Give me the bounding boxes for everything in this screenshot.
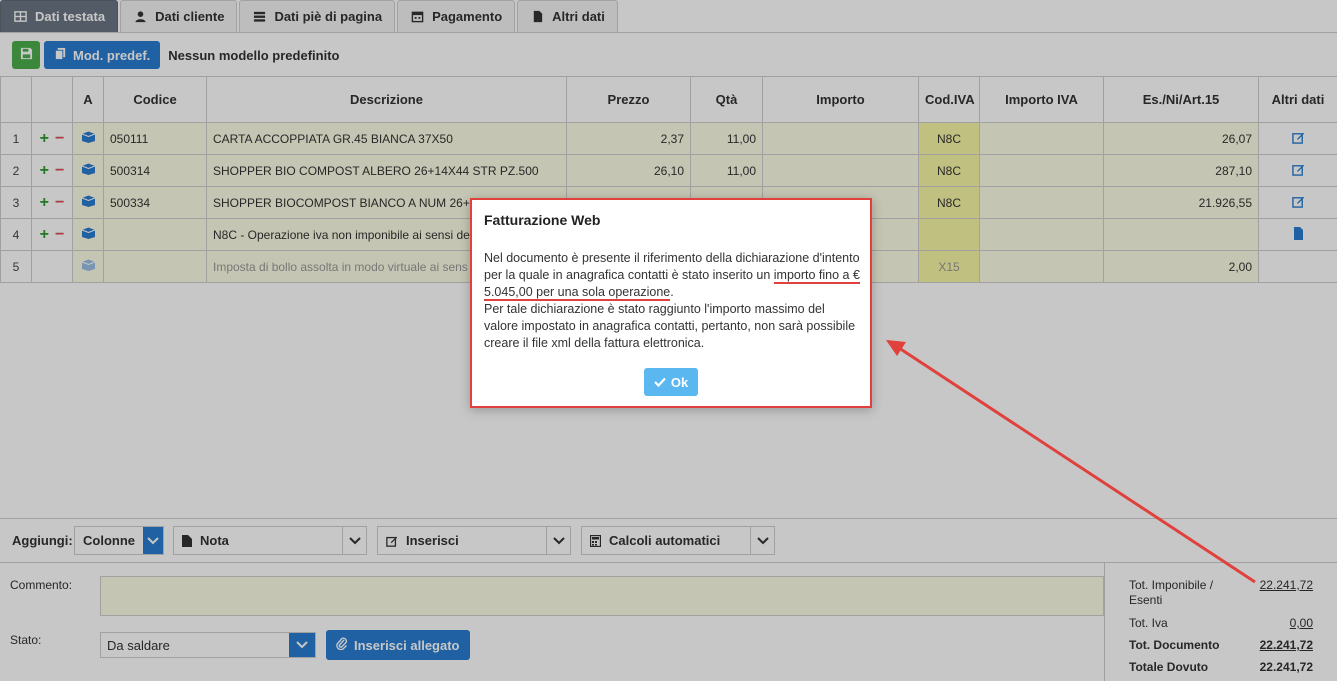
dialog-text-part-2: . [670, 285, 674, 299]
dialog-text-part-3: Per tale dichiarazione è stato raggiunto… [484, 302, 856, 350]
alert-dialog: Fatturazione Web Nel documento è present… [470, 198, 872, 408]
ok-button[interactable]: Ok [644, 368, 698, 396]
check-icon [654, 375, 666, 390]
dialog-message: Nel documento è presente il riferimento … [484, 250, 860, 352]
ok-button-label: Ok [670, 374, 689, 390]
dialog-title: Fatturazione Web [484, 212, 601, 228]
